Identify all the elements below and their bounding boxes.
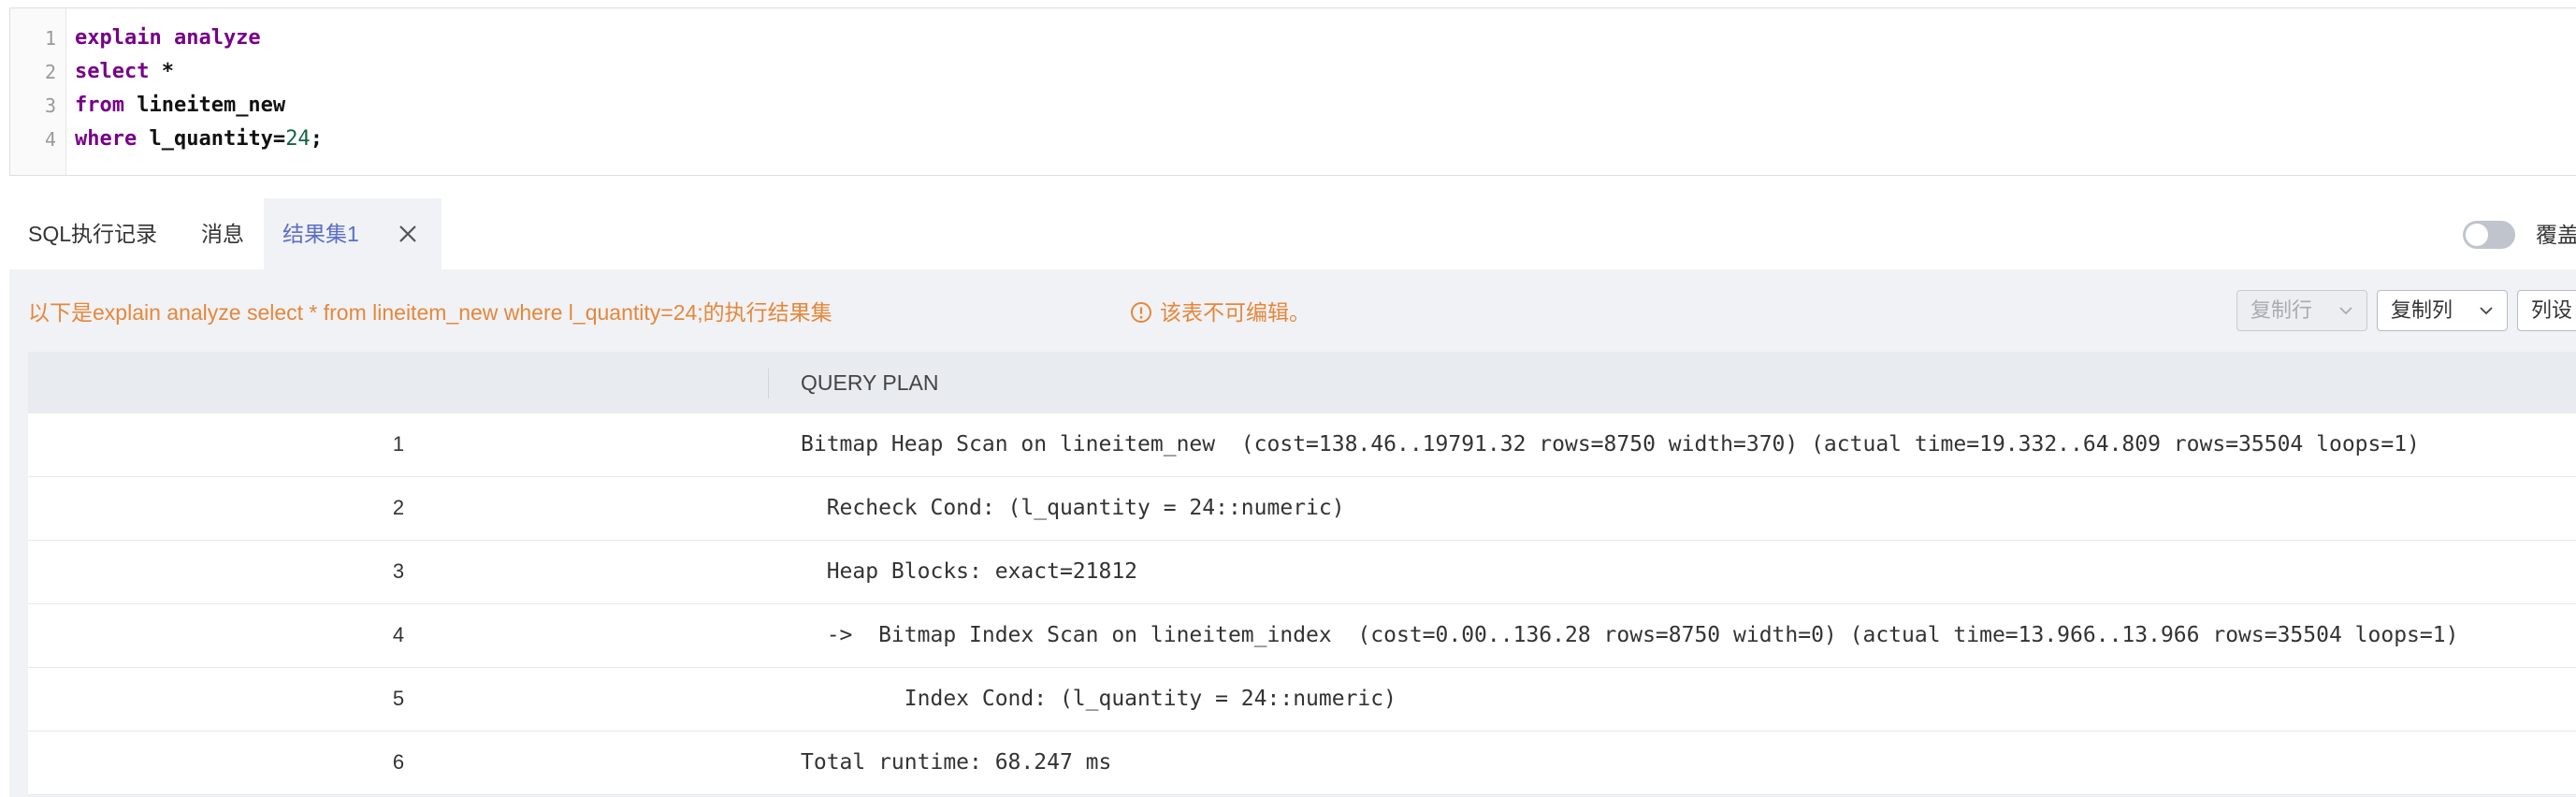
sql-keyword: from (75, 94, 124, 117)
table-row[interactable]: 1 Bitmap Heap Scan on lineitem_new (cost… (28, 413, 2576, 477)
row-index: 4 (392, 623, 405, 646)
line-number: 3 (44, 94, 56, 117)
query-plan-cell[interactable]: Total runtime: 68.247 ms (801, 732, 1111, 793)
code-line[interactable]: where l_quantity=24; (75, 123, 323, 156)
sql-number: 24 (285, 127, 311, 151)
read-only-warning: 该表不可编辑。 (1130, 296, 1310, 329)
copy-column-label: 复制列 (2391, 298, 2453, 322)
tab-sql-history[interactable]: SQL执行记录 (28, 198, 157, 269)
close-icon[interactable] (397, 223, 419, 245)
row-index: 5 (392, 687, 405, 710)
line-number: 1 (44, 27, 56, 50)
sql-text: ; (310, 127, 323, 151)
line-number: 4 (44, 128, 56, 151)
query-plan-cell[interactable]: Index Cond: (l_quantity = 24::numeric) (801, 668, 1397, 730)
line-number: 2 (44, 61, 56, 83)
query-plan-cell[interactable]: Bitmap Heap Scan on lineitem_new (cost=1… (801, 413, 2420, 475)
info-circle-icon (1131, 301, 1151, 323)
table-row[interactable]: 3 Heap Blocks: exact=21812 (28, 541, 2576, 604)
copy-row-label: 复制行 (2250, 298, 2313, 322)
result-tab-bar: SQL执行记录 消息 结果集1 (9, 198, 2576, 269)
sql-text: l_quantity= (137, 127, 286, 151)
tab-result-set-1[interactable]: 结果集1 (264, 198, 441, 269)
table-row[interactable]: 2 Recheck Cond: (l_quantity = 24::numeri… (28, 477, 2576, 541)
chevron-down-icon (2480, 307, 2493, 315)
sql-text: * (149, 60, 174, 83)
sql-keyword: select (75, 60, 150, 83)
row-index: 1 (392, 432, 405, 456)
result-table: QUERY PLAN 1 Bitmap Heap Scan on lineite… (28, 352, 2576, 795)
table-row[interactable]: 6 Total runtime: 68.247 ms (28, 732, 2576, 795)
row-index: 3 (392, 559, 405, 583)
sql-workbench: 1 2 3 4 explain analyze select * from li… (0, 0, 2576, 797)
toggle-knob (2466, 224, 2488, 246)
sql-keyword: explain analyze (75, 26, 261, 50)
column-settings-button[interactable]: 列设 (2517, 290, 2576, 331)
sql-keyword: where (75, 127, 137, 151)
tab-result-set-1-label: 结果集1 (282, 222, 359, 246)
result-info-text: 以下是explain analyze select * from lineite… (28, 300, 832, 325)
tab-messages[interactable]: 消息 (201, 198, 244, 269)
column-divider[interactable] (768, 369, 769, 398)
row-index: 2 (392, 496, 405, 519)
query-plan-cell[interactable]: Recheck Cond: (l_quantity = 24::numeric) (801, 477, 1345, 539)
table-header: QUERY PLAN (28, 352, 2576, 413)
query-plan-cell[interactable]: Heap Blocks: exact=21812 (801, 541, 1137, 602)
code-line[interactable]: explain analyze (75, 22, 261, 55)
overlay-toggle-label: 覆盖 (2536, 223, 2576, 247)
copy-row-button[interactable]: 复制行 (2236, 290, 2367, 331)
row-index: 6 (392, 750, 405, 774)
query-plan-cell[interactable]: -> Bitmap Index Scan on lineitem_index (… (801, 604, 2459, 666)
table-row[interactable]: 5 Index Cond: (l_quantity = 24::numeric) (28, 668, 2576, 732)
table-row[interactable]: 4 -> Bitmap Index Scan on lineitem_index… (28, 604, 2576, 668)
overlay-toggle[interactable] (2463, 221, 2515, 249)
sql-editor[interactable]: 1 2 3 4 explain analyze select * from li… (9, 7, 2576, 176)
result-panel: 以下是explain analyze select * from lineite… (9, 269, 2576, 797)
column-header-query-plan[interactable]: QUERY PLAN (801, 352, 938, 413)
read-only-warning-text: 该表不可编辑。 (1160, 300, 1310, 325)
copy-column-button[interactable]: 复制列 (2377, 290, 2508, 331)
chevron-down-icon (2339, 307, 2352, 315)
code-line[interactable]: from lineitem_new (75, 89, 285, 123)
code-line[interactable]: select * (75, 55, 174, 89)
sql-text: lineitem_new (123, 94, 286, 117)
line-number-gutter: 1 2 3 4 (10, 8, 66, 175)
